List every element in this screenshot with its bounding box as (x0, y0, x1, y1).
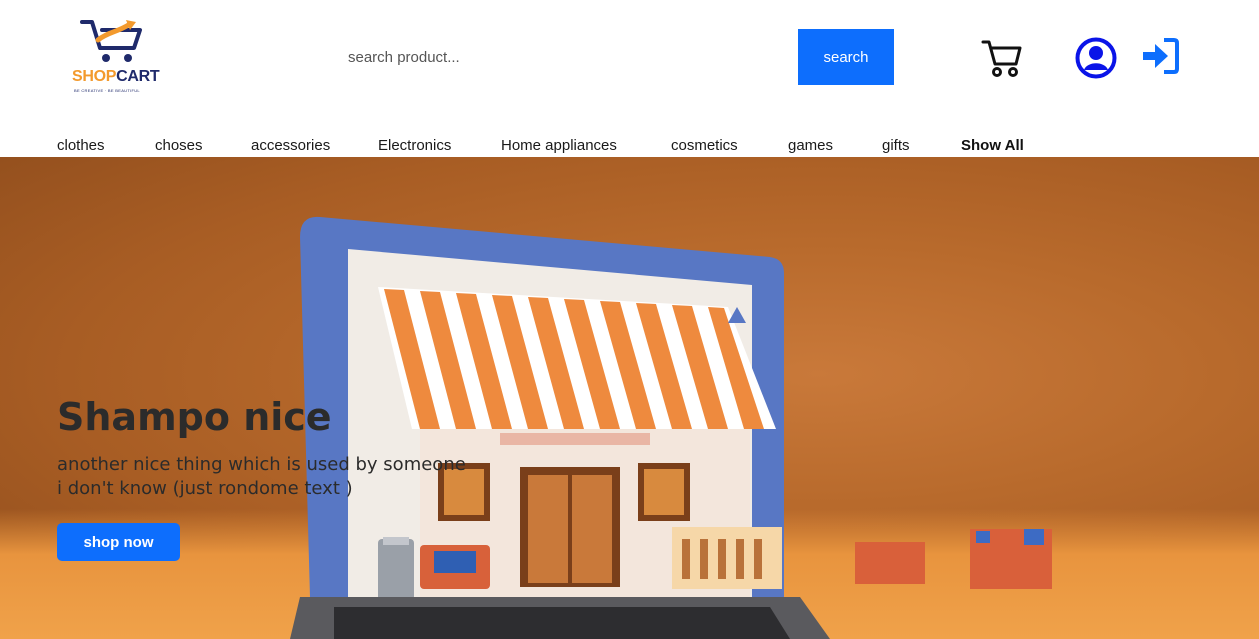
logo-tagline: BE CREATIVE · BE BEAUTIFUL (74, 88, 140, 93)
cart-icon[interactable] (980, 36, 1024, 80)
nav-item-show-all[interactable]: Show All (961, 137, 1024, 154)
nav-item-electronics[interactable]: Electronics (378, 137, 451, 154)
sign-in-icon[interactable] (1140, 35, 1184, 79)
hero-subtitle: another nice thing which is used by some… (57, 453, 537, 501)
hero-subtitle-line1: another nice thing which is used by some… (57, 454, 466, 475)
nav-item-cosmetics[interactable]: cosmetics (671, 137, 738, 154)
logo-wordmark: SHOPCART (72, 68, 160, 86)
hero-title: Shampo nice (57, 395, 332, 439)
shopcart-logo[interactable]: SHOPCART BE CREATIVE · BE BEAUTIFUL (70, 18, 170, 98)
nav-item-clothes[interactable]: clothes (57, 137, 105, 154)
search-button[interactable]: search (798, 29, 894, 85)
cart-logo-icon (80, 20, 142, 62)
logo-text-cart: CART (116, 68, 160, 85)
nav-item-home-appliances[interactable]: Home appliances (501, 137, 617, 154)
header: SHOPCART BE CREATIVE · BE BEAUTIFUL sear… (0, 0, 1259, 120)
search-input[interactable] (336, 30, 796, 85)
awning (378, 287, 776, 429)
user-circle-icon[interactable] (1075, 37, 1119, 81)
category-nav: clothes choses accessories Electronics H… (0, 132, 1259, 157)
shop-now-button[interactable]: shop now (57, 523, 180, 561)
nav-item-accessories[interactable]: accessories (251, 137, 330, 154)
hero-subtitle-line2: i don't know (just rondome text ) (57, 478, 353, 499)
nav-item-games[interactable]: games (788, 137, 833, 154)
nav-item-choses[interactable]: choses (155, 137, 203, 154)
logo-text-shop: SHOP (72, 68, 117, 85)
hero-banner: Shampo nice another nice thing which is … (0, 157, 1259, 639)
nav-item-gifts[interactable]: gifts (882, 137, 910, 154)
